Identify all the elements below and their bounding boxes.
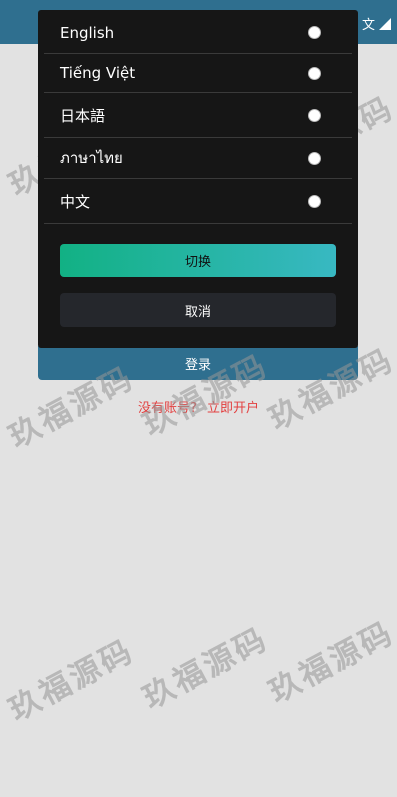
login-button[interactable]: 登录 (38, 346, 358, 380)
language-option-japanese[interactable]: 日本語 (44, 93, 352, 138)
dropdown-corner-icon (379, 17, 391, 30)
radio-button[interactable] (308, 66, 321, 80)
language-dialog: English Tiếng Việt 日本語 ภาษาไทย 中文 切换 取消 (38, 10, 358, 348)
language-option-label: English (60, 23, 115, 42)
language-switcher[interactable]: 文 (362, 14, 391, 33)
watermark: 玖福源码 (3, 632, 141, 729)
current-language-label: 文 (361, 18, 375, 33)
radio-button[interactable] (308, 151, 321, 165)
cancel-button[interactable]: 取消 (60, 293, 336, 327)
register-link[interactable]: 立即开户 (207, 401, 259, 416)
radio-button[interactable] (308, 26, 321, 39)
language-option-label: 日本語 (60, 106, 106, 125)
watermark: 玖福源码 (137, 620, 275, 717)
no-account-text: 没有账号? (137, 401, 197, 416)
language-option-label: 中文 (60, 192, 91, 211)
language-option-vietnamese[interactable]: Tiếng Việt (44, 54, 352, 93)
watermark: 玖福源码 (263, 614, 397, 711)
radio-button[interactable] (308, 108, 321, 122)
language-option-chinese[interactable]: 中文 (44, 179, 352, 224)
language-option-english[interactable]: English (44, 12, 352, 54)
switch-language-button[interactable]: 切换 (60, 244, 336, 277)
language-option-label: Tiếng Việt (60, 64, 136, 82)
radio-button[interactable] (308, 194, 321, 208)
register-prompt: 没有账号? 立即开户 (0, 397, 397, 416)
language-option-thai[interactable]: ภาษาไทย (44, 138, 352, 179)
language-option-label: ภาษาไทย (60, 149, 123, 167)
